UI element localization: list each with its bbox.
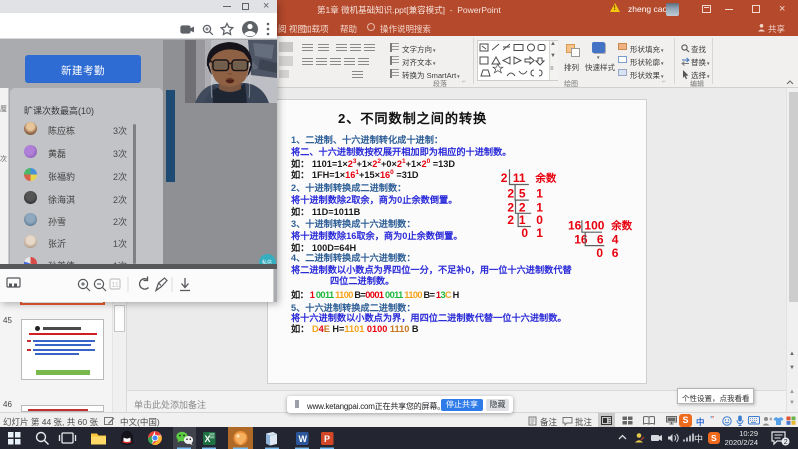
svg-text:余数: 余数 [534, 172, 556, 185]
svg-text:2: 2 [507, 187, 514, 201]
svg-text:100: 100 [584, 219, 604, 233]
svg-text:5: 5 [519, 187, 526, 201]
svg-text:4: 4 [612, 233, 619, 247]
svg-text:W: W [299, 434, 308, 444]
svg-text:6: 6 [612, 246, 619, 260]
svg-text:P: P [324, 434, 330, 444]
svg-text:11: 11 [112, 282, 119, 289]
svg-text:2: 2 [784, 439, 788, 446]
svg-text:1: 1 [519, 213, 526, 227]
svg-text:2: 2 [507, 213, 514, 227]
svg-text:2: 2 [501, 171, 508, 185]
svg-text:1: 1 [536, 226, 543, 240]
svg-text:11: 11 [513, 171, 526, 185]
svg-text:16: 16 [568, 219, 582, 233]
svg-text:0: 0 [536, 213, 543, 227]
svg-text:余数: 余数 [610, 219, 633, 232]
svg-text:16: 16 [574, 233, 588, 247]
svg-text:0: 0 [521, 226, 528, 240]
svg-text:X: X [205, 434, 211, 444]
svg-text:6: 6 [597, 233, 604, 247]
svg-text:1: 1 [536, 187, 543, 201]
svg-text:0: 0 [596, 246, 603, 260]
